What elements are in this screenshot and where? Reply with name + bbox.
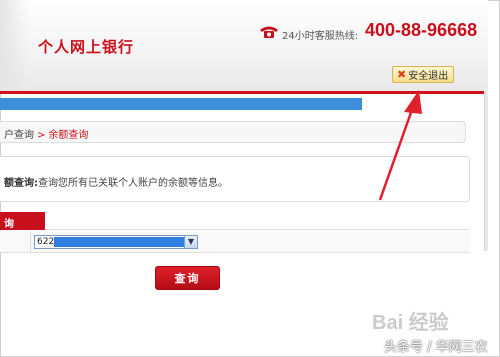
info-label: 额查询: (4, 178, 38, 189)
info-panel: 额查询:查询您所有已关联个人账户的余额等信息。 (0, 156, 470, 202)
breadcrumb-current: 余额查询 (48, 130, 89, 141)
watermark-source: 头条号 / 华网三农 (384, 340, 488, 355)
account-select-value: 622 (37, 237, 55, 247)
close-icon: ✖ (397, 68, 407, 81)
logout-label: 安全退出 (408, 71, 449, 82)
table-header-strip (0, 212, 470, 230)
phone-icon (260, 26, 278, 38)
hotline-number: 400-88-96668 (365, 20, 478, 40)
breadcrumb-container: 户查询 > 余额查询 (0, 121, 466, 143)
header-divider (0, 91, 488, 94)
header-shade (0, 0, 30, 92)
row-divider (30, 231, 31, 253)
chevron-down-icon[interactable]: ▼ (184, 235, 198, 249)
bank-title: 个人网上银行 (38, 38, 135, 56)
tab-query[interactable]: 询 (0, 212, 45, 230)
query-button[interactable]: 查询 (155, 266, 220, 290)
info-text: 额查询:查询您所有已关联个人账户的余额等信息。 (4, 174, 228, 189)
highlight-bar-track (362, 98, 482, 110)
breadcrumb-parent[interactable]: 户查询 (4, 130, 34, 141)
watermark-baidu: Bai 经验 (372, 312, 449, 334)
page-header: 个人网上银行 24小时客服热线: 400-88-96668 ✖ 安全退出 (0, 0, 488, 92)
highlight-bar (0, 98, 362, 110)
logout-button[interactable]: ✖ 安全退出 (392, 66, 454, 83)
hotline-label: 24小时客服热线: (282, 31, 359, 42)
info-description: 查询您所有已关联个人账户的余额等信息。 (38, 178, 228, 189)
account-number-highlight (54, 237, 184, 247)
breadcrumb-separator: > (37, 130, 46, 141)
right-scroll-rail (484, 91, 488, 251)
breadcrumb: 户查询 > 余额查询 (4, 126, 88, 141)
